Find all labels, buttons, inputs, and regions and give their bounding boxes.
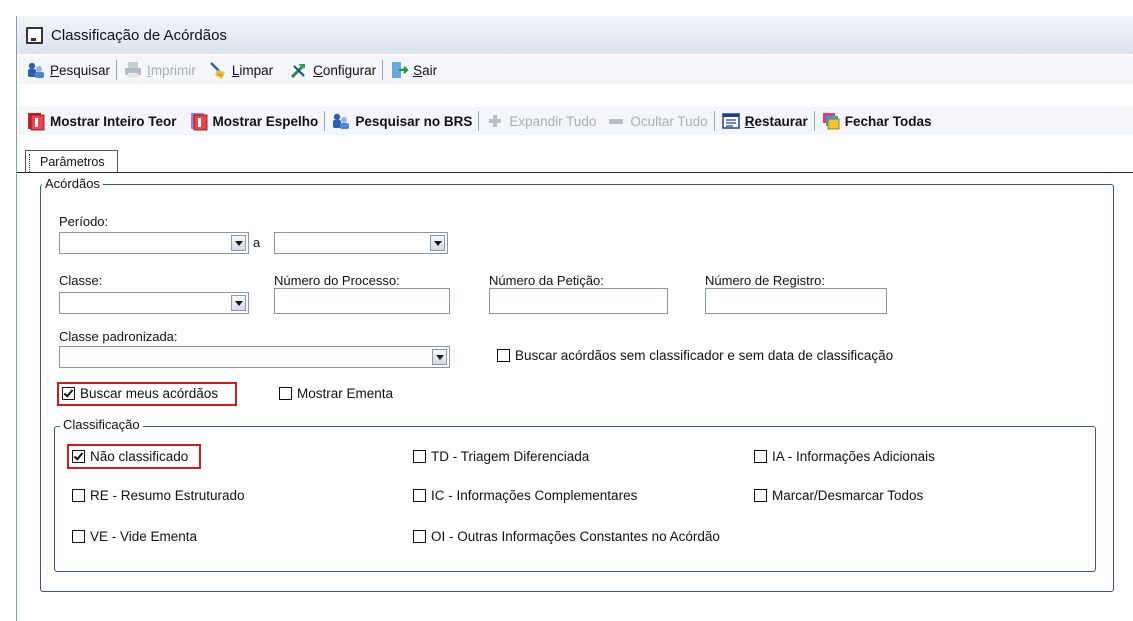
broom-icon: [209, 62, 225, 79]
document-red-icon: [190, 113, 207, 131]
checkbox-box[interactable]: [72, 450, 85, 463]
acordaos-legend: Acórdãos: [42, 176, 103, 191]
re-checkbox[interactable]: RE - Resumo Estruturado: [72, 488, 245, 503]
numero-registro-label: Número de Registro:: [705, 273, 825, 288]
classe-label: Classe:: [59, 273, 103, 288]
checkbox-box[interactable]: [413, 450, 426, 463]
ia-checkbox[interactable]: IA - Informações Adicionais: [754, 449, 935, 464]
tab-parametros[interactable]: Parâmetros: [25, 150, 118, 172]
numero-registro-input[interactable]: [705, 288, 887, 314]
chevron-down-icon[interactable]: [231, 295, 246, 311]
chevron-down-icon[interactable]: [231, 235, 246, 251]
checkbox-box[interactable]: [413, 489, 426, 502]
main-window: Classificação de Acórdãos Pesquisar Impr…: [16, 16, 1133, 621]
toolbar-separator: [478, 111, 480, 131]
classe-combo[interactable]: [59, 292, 249, 314]
chevron-down-icon[interactable]: [430, 235, 445, 251]
checkbox-box[interactable]: [72, 530, 85, 543]
tools-icon: [291, 64, 306, 79]
window-icon: [26, 26, 43, 44]
mostrar-ementa-checkbox[interactable]: Mostrar Ementa: [279, 386, 393, 401]
close-windows-icon: [822, 113, 840, 130]
mostrar-espelho-button[interactable]: Mostrar Espelho: [186, 109, 322, 133]
sem-classificador-checkbox[interactable]: Buscar acórdãos sem classificador e sem …: [497, 348, 893, 363]
checkbox-box[interactable]: [497, 349, 510, 362]
document-red-icon: [28, 113, 45, 131]
ic-checkbox[interactable]: IC - Informações Complementares: [413, 488, 637, 503]
exit-icon: [392, 62, 409, 78]
toolbar-separator: [813, 111, 815, 131]
sair-button[interactable]: Sair: [386, 58, 440, 82]
oi-checkbox[interactable]: OI - Outras Informações Constantes no Ac…: [413, 529, 720, 544]
tab-strip: Parâmetros: [17, 150, 1133, 173]
pesquisar-brs-button[interactable]: Pesquisar no BRS: [328, 109, 475, 133]
search-people-icon: [28, 62, 44, 78]
classe-padronizada-combo[interactable]: [59, 346, 450, 368]
toolbar-main: Pesquisar Imprimir Limpar Configurar Sai…: [17, 56, 1133, 84]
td-checkbox[interactable]: TD - Triagem Diferenciada: [413, 449, 589, 464]
ocultar-tudo-button[interactable]: Ocultar Tudo: [603, 109, 710, 133]
printer-icon: [125, 62, 142, 78]
tab-label: Parâmetros: [40, 154, 105, 169]
configurar-button[interactable]: Configurar: [286, 58, 379, 82]
checkbox-box[interactable]: [62, 387, 75, 400]
toolbar-separator: [116, 60, 118, 80]
restaurar-button[interactable]: Restaurar: [718, 109, 811, 133]
marcar-desmarcar-todos-checkbox[interactable]: Marcar/Desmarcar Todos: [754, 488, 923, 503]
fechar-todas-button[interactable]: Fechar Todas: [818, 109, 935, 133]
periodo-inicio-combo[interactable]: [59, 232, 249, 254]
checkbox-box[interactable]: [279, 387, 292, 400]
toolbar-separator: [713, 111, 715, 131]
imprimir-button[interactable]: Imprimir: [120, 58, 199, 82]
periodo-fim-combo[interactable]: [274, 232, 448, 254]
ve-checkbox[interactable]: VE - Vide Ementa: [72, 529, 197, 544]
numero-peticao-input[interactable]: [489, 288, 668, 314]
window-title: Classificação de Acórdãos: [51, 26, 227, 44]
numero-peticao-label: Número da Petição:: [489, 273, 604, 288]
checkbox-box[interactable]: [754, 489, 767, 502]
classificacao-legend: Classificação: [60, 417, 143, 432]
periodo-separator: a: [253, 235, 261, 250]
title-bar: Classificação de Acórdãos: [17, 16, 1133, 54]
numero-processo-label: Número do Processo:: [274, 273, 400, 288]
checkbox-box[interactable]: [72, 489, 85, 502]
expandir-tudo-button[interactable]: Expandir Tudo: [482, 109, 599, 133]
mostrar-inteiro-teor-button[interactable]: Mostrar Inteiro Teor: [23, 109, 180, 133]
restore-window-icon: [721, 113, 740, 129]
nao-classificado-checkbox[interactable]: Não classificado: [72, 449, 188, 464]
checkbox-box[interactable]: [754, 450, 767, 463]
periodo-label: Período:: [59, 214, 109, 229]
classe-padronizada-label: Classe padronizada:: [59, 329, 178, 344]
limpar-button[interactable]: Limpar: [205, 58, 276, 82]
numero-processo-input[interactable]: [274, 288, 450, 314]
checkbox-box[interactable]: [413, 530, 426, 543]
toolbar-secondary: Mostrar Inteiro Teor Mostrar Espelho Pes…: [17, 107, 1133, 135]
chevron-down-icon[interactable]: [432, 349, 447, 365]
minus-icon: [609, 119, 624, 124]
pesquisar-button[interactable]: Pesquisar: [23, 58, 113, 82]
toolbar-separator: [382, 60, 384, 80]
search-people-icon: [333, 113, 350, 129]
plus-icon: [489, 115, 502, 127]
toolbar-separator: [324, 111, 326, 131]
buscar-meus-acordaos-checkbox[interactable]: Buscar meus acórdãos: [62, 386, 218, 401]
